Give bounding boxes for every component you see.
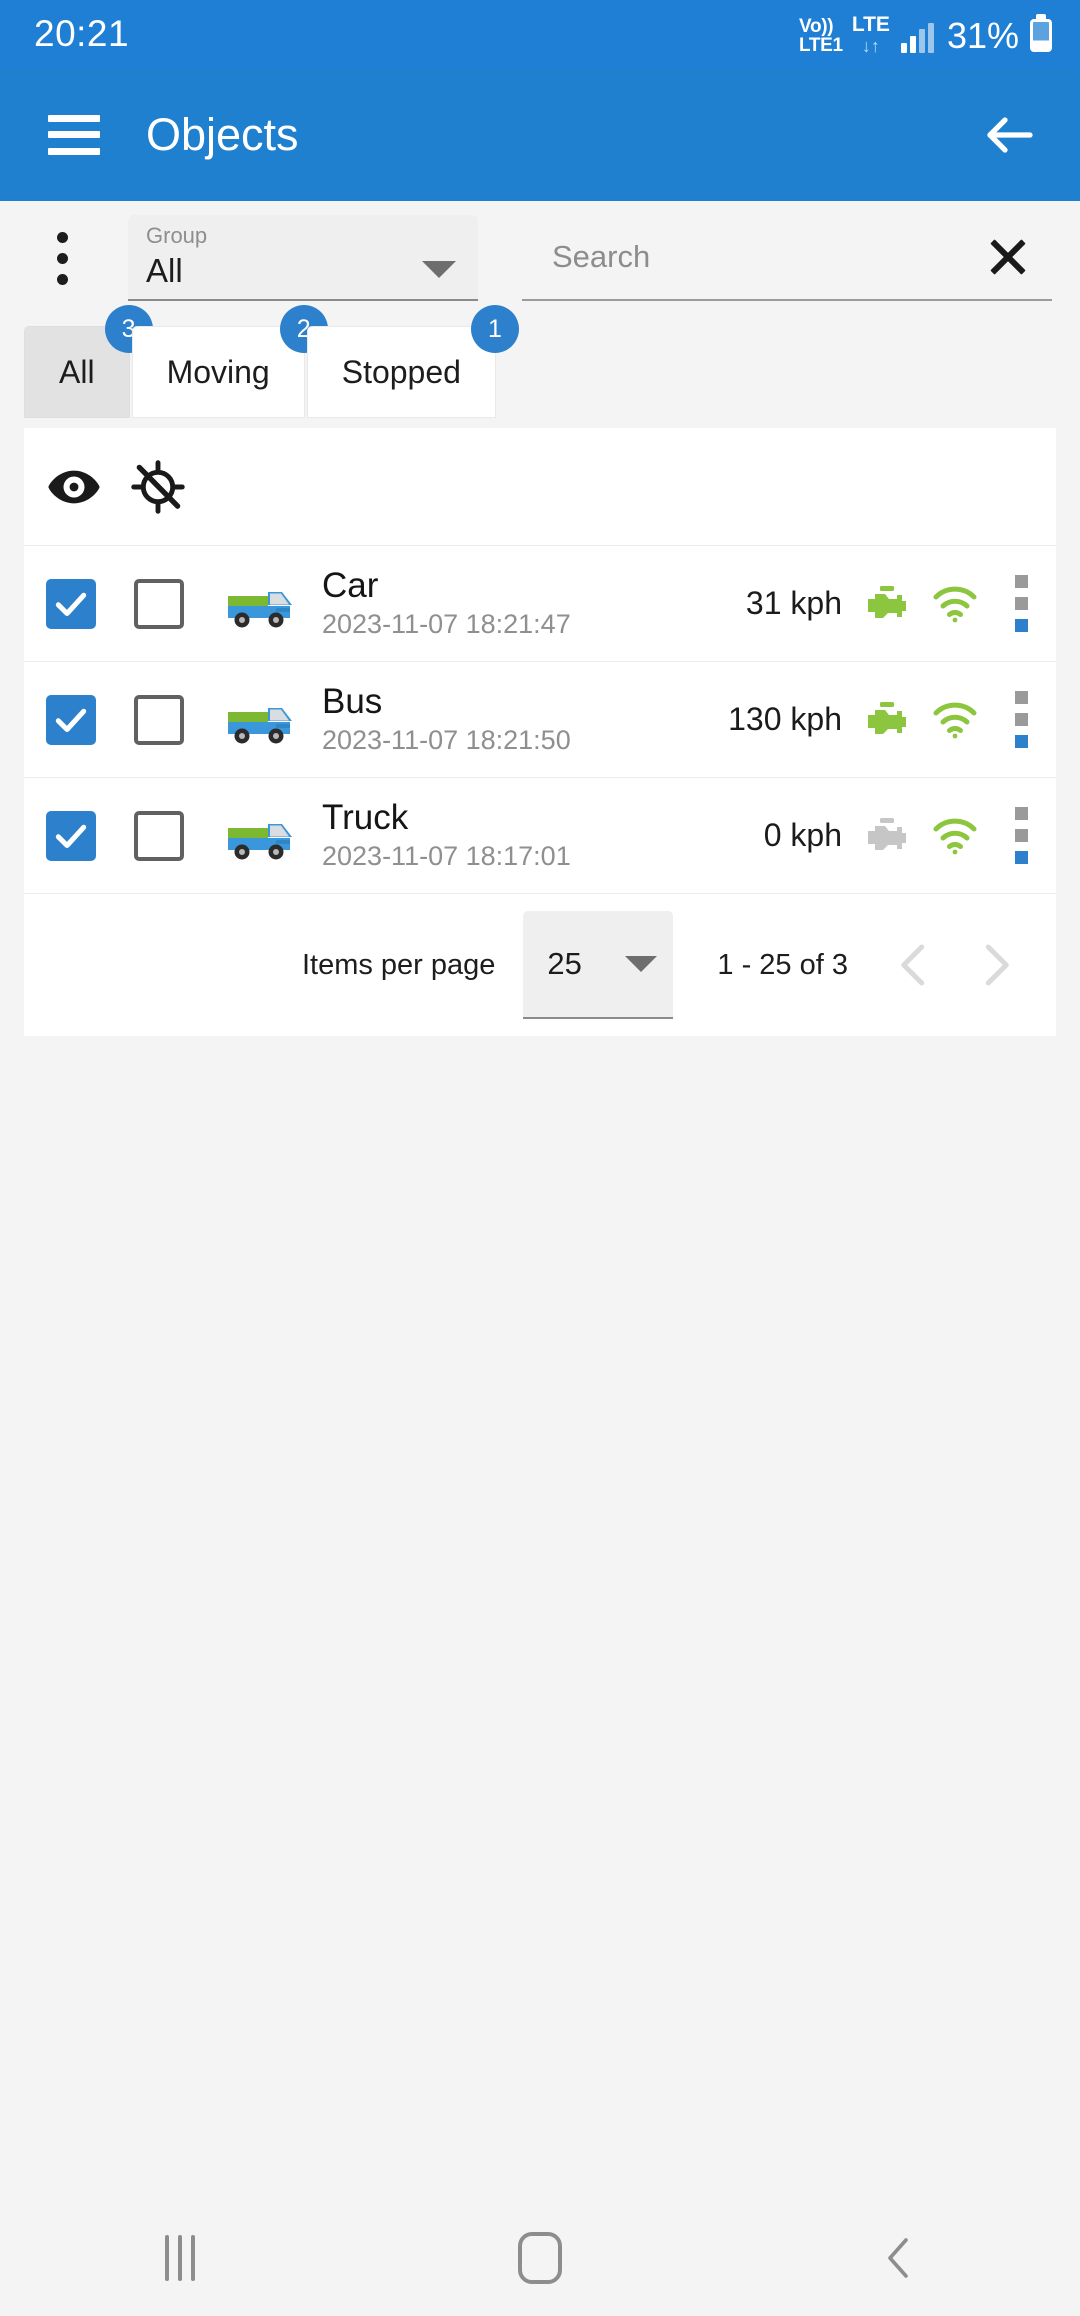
object-speed: 0 kph [763, 817, 842, 853]
row-labels: Bus 2023-11-07 18:21:50 [322, 681, 571, 757]
tab-stopped-badge: 1 [470, 305, 519, 353]
hamburger-menu-icon[interactable] [48, 114, 100, 155]
tab-stopped-label: Stopped [341, 353, 461, 390]
arrow-back-icon[interactable] [980, 105, 1040, 165]
paginator: Items per page 25 1 - 25 of 3 [24, 894, 1056, 1036]
tab-all-label: All [59, 353, 95, 390]
recents-icon[interactable] [120, 2218, 240, 2298]
object-speed: 31 kph [745, 585, 842, 621]
row-select-checkbox[interactable] [46, 578, 96, 629]
table-row[interactable]: Car 2023-11-07 18:21:47 31 kph [24, 546, 1056, 662]
tab-all[interactable]: All 3 [24, 305, 153, 418]
close-x-icon[interactable] [986, 235, 1030, 279]
page-range-label: 1 - 25 of 3 [717, 948, 848, 981]
wifi-icon [932, 584, 978, 624]
chevron-left-icon[interactable] [888, 938, 942, 992]
status-tabs: All 3 Moving 2 Stopped 1 [0, 305, 1080, 418]
page-nav [888, 938, 1022, 992]
tab-moving-label: Moving [166, 353, 270, 390]
truck-icon [226, 810, 300, 862]
items-per-page-label: Items per page [301, 948, 496, 981]
table-row[interactable]: Bus 2023-11-07 18:21:50 130 kph [24, 662, 1056, 778]
volte-indicator: Vo)) LTE1 [799, 17, 843, 55]
chevron-down-icon[interactable] [422, 261, 456, 278]
object-timestamp: 2023-11-07 18:17:01 [322, 841, 571, 872]
row-follow-checkbox[interactable] [134, 694, 184, 745]
row-follow-checkbox[interactable] [134, 578, 184, 629]
eye-icon[interactable] [46, 459, 102, 515]
system-navigation-bar [0, 2200, 1080, 2316]
home-icon[interactable] [480, 2218, 600, 2298]
filter-toolbar: Group All Search [0, 201, 1080, 301]
row-labels: Truck 2023-11-07 18:17:01 [322, 797, 571, 873]
items-per-page-value: 25 [547, 946, 582, 981]
status-bar-indicators: Vo)) LTE1 LTE ↓↑ 31% [799, 14, 1052, 56]
list-header-toolbar [24, 428, 1056, 546]
truck-icon [226, 578, 300, 630]
object-speed: 130 kph [728, 701, 842, 737]
battery-icon [1030, 18, 1052, 52]
row-follow-checkbox[interactable] [134, 810, 184, 861]
object-name: Bus [322, 681, 383, 721]
truck-icon [226, 694, 300, 746]
data-transfer-arrows-icon: ↓↑ [861, 35, 880, 56]
row-more-vertical-icon[interactable] [1006, 691, 1036, 748]
more-vertical-icon[interactable] [24, 215, 100, 301]
volte-icon: Vo)) [798, 15, 834, 37]
wifi-icon [932, 700, 978, 740]
tab-moving[interactable]: Moving 2 [131, 305, 328, 418]
row-select-checkbox[interactable] [46, 694, 96, 745]
tab-stopped[interactable]: Stopped 1 [306, 305, 519, 418]
group-select-value: All [146, 252, 183, 290]
status-bar-clock: 20:21 [34, 13, 130, 54]
row-select-checkbox[interactable] [46, 810, 96, 861]
chevron-right-icon[interactable] [968, 938, 1022, 992]
wifi-icon [932, 816, 978, 856]
row-more-vertical-icon[interactable] [1006, 807, 1036, 864]
row-more-vertical-icon[interactable] [1006, 575, 1036, 632]
lte-label: LTE [851, 12, 890, 36]
gps-off-icon[interactable] [130, 459, 186, 515]
object-name: Car [322, 565, 379, 605]
row-labels: Car 2023-11-07 18:21:47 [322, 565, 571, 641]
table-row[interactable]: Truck 2023-11-07 18:17:01 0 kph [24, 778, 1056, 894]
signal-strength-icon [900, 22, 934, 53]
object-name: Truck [322, 797, 409, 837]
battery-percent-label: 31% [946, 14, 1019, 56]
engine-icon [864, 585, 910, 623]
row-status-group: 31 kph [746, 575, 1036, 632]
back-icon[interactable] [840, 2218, 960, 2298]
search-placeholder: Search [552, 239, 651, 274]
object-timestamp: 2023-11-07 18:21:50 [322, 725, 571, 756]
group-select[interactable]: Group All [128, 215, 478, 301]
status-bar: 20:21 Vo)) LTE1 LTE ↓↑ 31% [0, 0, 1080, 68]
object-timestamp: 2023-11-07 18:21:47 [322, 609, 571, 640]
volte-network-label: LTE1 [798, 34, 843, 56]
objects-list: Car 2023-11-07 18:21:47 31 kph Bus 2023-… [24, 428, 1056, 1036]
engine-icon [864, 701, 910, 739]
app-bar: Objects [0, 68, 1080, 201]
row-status-group: 0 kph [764, 807, 1036, 864]
chevron-down-icon[interactable] [625, 956, 658, 972]
page-title: Objects [146, 108, 299, 160]
engine-icon [864, 817, 910, 855]
items-per-page-select[interactable]: 25 [523, 911, 674, 1019]
row-status-group: 130 kph [728, 691, 1036, 748]
lte-indicator: LTE ↓↑ [852, 14, 890, 55]
group-select-label: Group [146, 223, 208, 248]
search-input[interactable]: Search [522, 215, 1052, 301]
